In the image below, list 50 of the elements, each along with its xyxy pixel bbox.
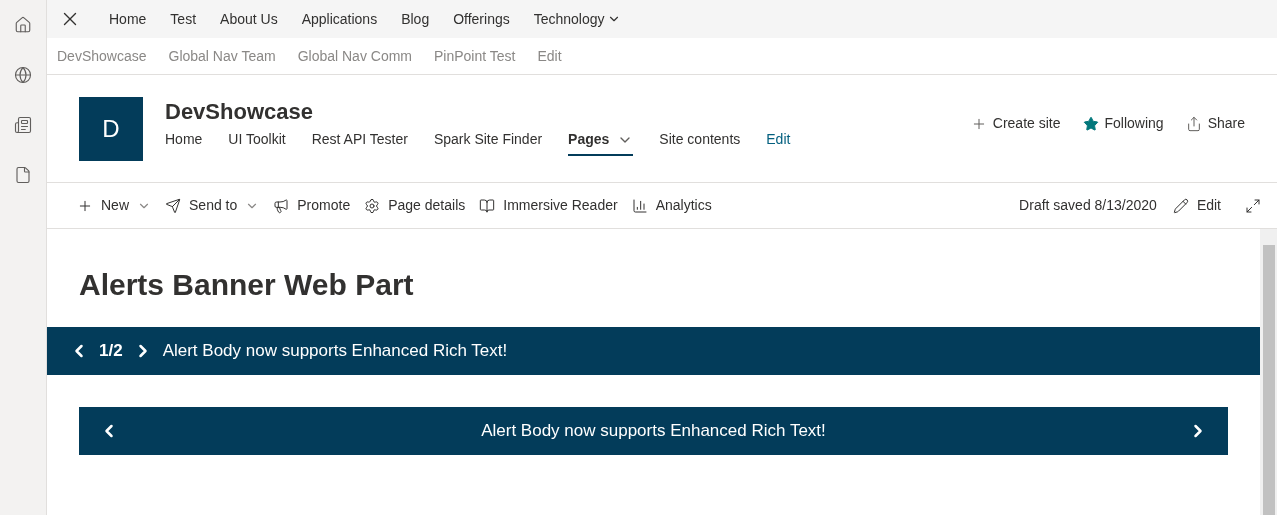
pencil-icon [1172,197,1189,214]
alert-text: Alert Body now supports Enhanced Rich Text! [481,420,826,443]
site-nav-link[interactable]: Home [165,129,203,156]
gear-icon [364,197,381,214]
alert-counter: 1/2 [99,340,123,363]
site-nav-link[interactable]: Edit [766,129,791,156]
megaphone-icon [273,197,290,214]
top-nav-link[interactable]: About Us [220,8,278,30]
edit-button[interactable]: Edit [1172,195,1221,216]
site-title: DevShowcase [165,98,314,126]
hub-nav-link[interactable]: Edit [537,45,562,67]
top-nav-link[interactable]: Blog [401,8,430,30]
hub-nav-link[interactable]: DevShowcase [57,45,147,67]
send-icon [165,197,181,214]
site-nav-link[interactable]: UI Toolkit [228,129,286,156]
site-logo: D [79,97,143,161]
file-icon[interactable] [14,166,32,184]
top-nav-link[interactable]: Test [170,8,197,30]
site-nav-link[interactable]: Spark Site Finder [433,129,543,156]
top-nav-link[interactable]: Home [109,8,147,30]
site-nav-link[interactable]: Site contents [659,129,741,156]
command-button[interactable]: Immersive Reader [479,195,618,216]
site-nav-link[interactable]: Pages [568,129,634,156]
hub-nav-link[interactable]: PinPoint Test [434,45,516,67]
alert-text: Alert Body now supports Enhanced Rich Text! [162,340,508,363]
top-nav-link[interactable]: Technology [533,8,621,30]
site-action-button[interactable]: Create site [970,113,1061,134]
home-icon[interactable] [14,16,32,34]
globe-icon[interactable] [14,66,32,84]
chart-icon [631,197,648,214]
expand-icon[interactable] [1245,197,1261,214]
site-action-button[interactable]: Following [1082,113,1164,134]
command-button[interactable]: Analytics [631,195,712,216]
command-button[interactable]: Page details [364,195,466,216]
hub-nav-link[interactable]: Global Nav Team [168,45,276,67]
news-icon[interactable] [14,116,32,134]
page-title: Alerts Banner Web Part [79,267,415,303]
top-nav-link[interactable]: Applications [301,8,378,30]
command-button[interactable]: Send to [165,195,260,216]
book-icon [479,197,496,214]
share-icon [1185,115,1202,132]
site-nav-link[interactable]: Rest API Tester [311,129,408,156]
top-nav-link[interactable]: Offerings [453,8,510,30]
draft-status: Draft saved 8/13/2020 [1019,196,1157,215]
command-button[interactable]: New [77,195,151,216]
hub-nav-link[interactable]: Global Nav Comm [297,45,412,67]
command-button[interactable]: Promote [273,195,351,216]
scrollbar[interactable] [1260,229,1277,515]
star-icon [1082,115,1099,132]
site-action-button[interactable]: Share [1185,113,1245,134]
